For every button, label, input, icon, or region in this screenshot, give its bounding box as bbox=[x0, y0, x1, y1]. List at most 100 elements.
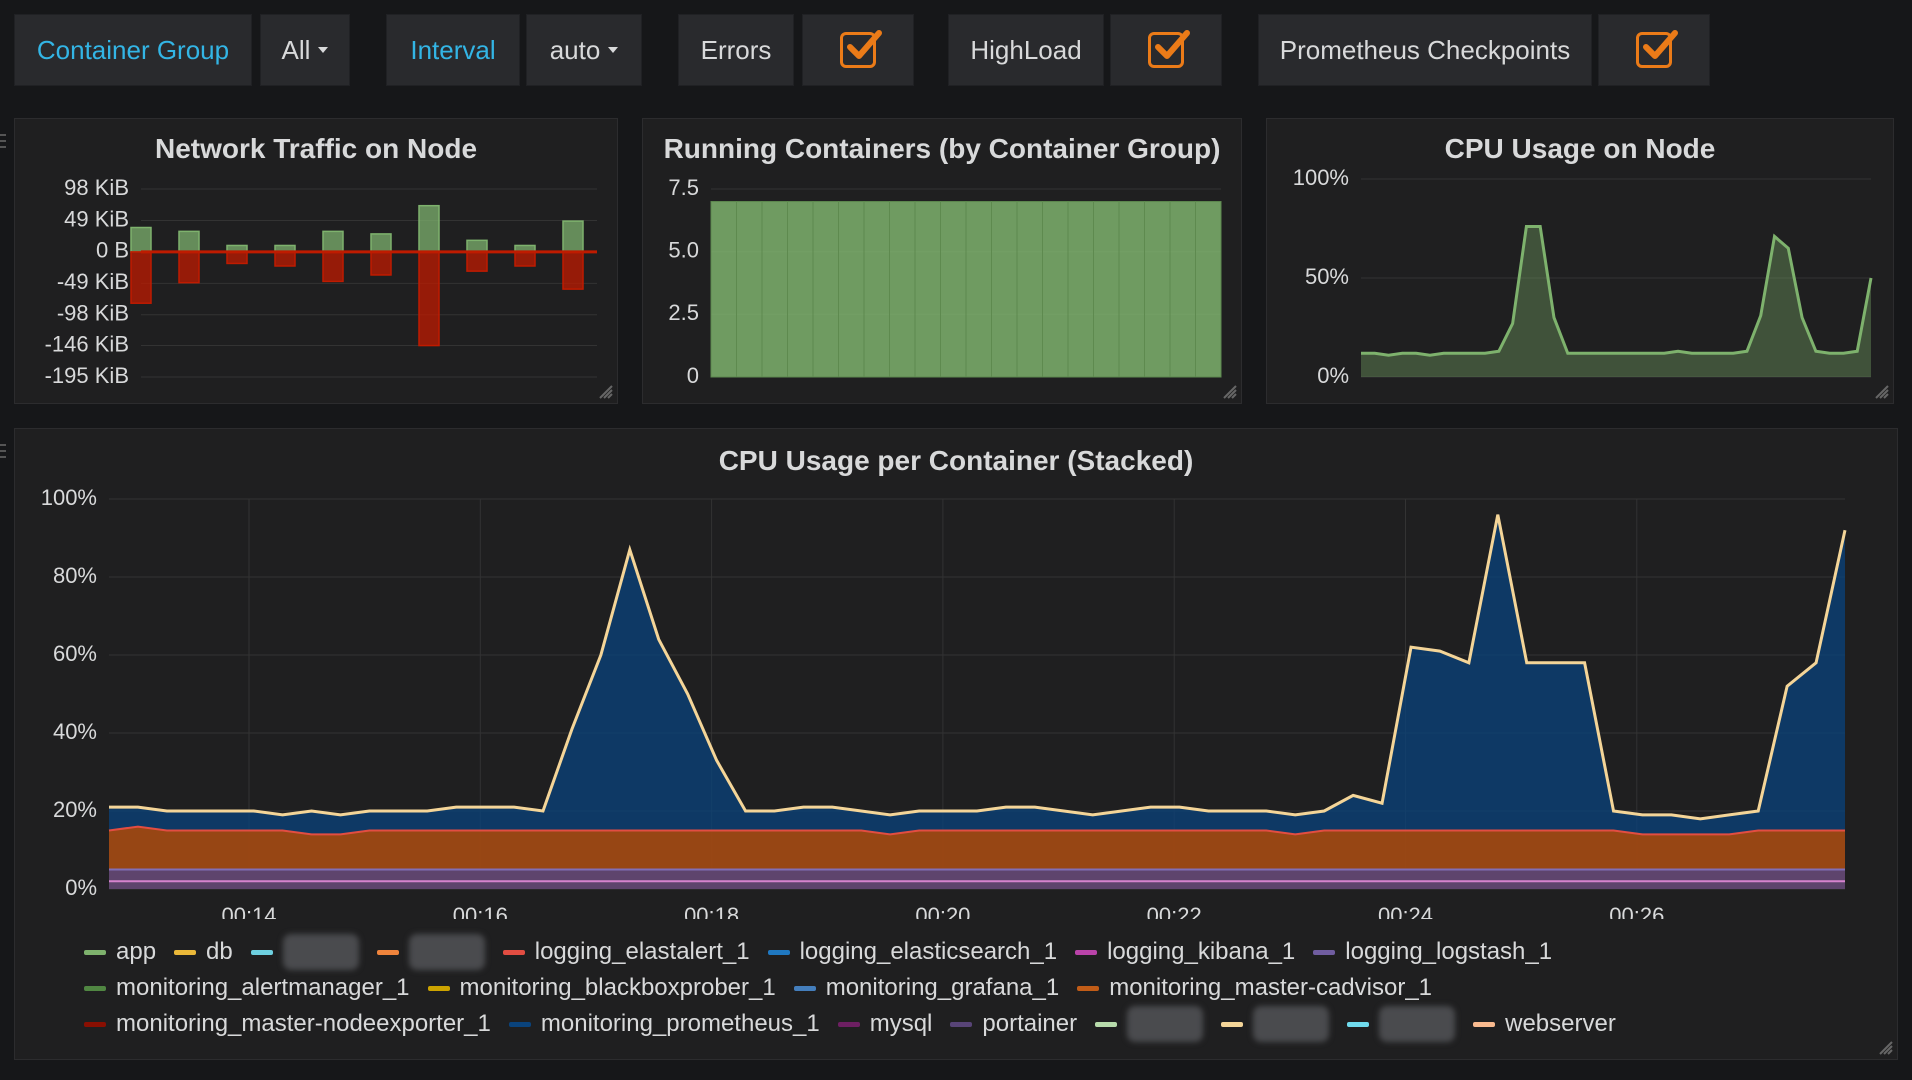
traffic-bar bbox=[370, 251, 392, 276]
y-tick-label: 0% bbox=[65, 875, 97, 900]
container-group-label[interactable]: Container Group bbox=[14, 14, 252, 86]
container-bar bbox=[914, 201, 941, 378]
traffic-bar bbox=[130, 251, 152, 304]
container-bar bbox=[710, 201, 737, 378]
legend-label: monitoring_blackboxprober_1 bbox=[459, 974, 776, 1001]
y-tick-label: 50% bbox=[1305, 264, 1349, 289]
prometheus-checkpoints-checkbox[interactable] bbox=[1598, 14, 1710, 86]
y-tick-label: 0% bbox=[1317, 363, 1349, 388]
legend-item[interactable]: monitoring_alertmanager_1 bbox=[84, 974, 410, 1002]
legend-label: webserver bbox=[1505, 1010, 1616, 1037]
legend-swatch bbox=[1313, 949, 1336, 955]
caret-down-icon bbox=[318, 47, 329, 53]
redacted-label bbox=[408, 934, 485, 970]
legend-item[interactable] bbox=[250, 934, 359, 970]
legend-item[interactable]: logging_elastalert_1 bbox=[502, 938, 750, 966]
legend-item[interactable] bbox=[1221, 1006, 1330, 1042]
legend-label: mysql bbox=[869, 1010, 933, 1037]
legend-item[interactable]: webserver bbox=[1473, 1010, 1616, 1038]
container-group-dropdown[interactable]: All bbox=[260, 14, 350, 86]
legend-item[interactable] bbox=[1347, 1006, 1456, 1042]
legend-item[interactable]: logging_logstash_1 bbox=[1313, 938, 1552, 966]
legend-label: logging_logstash_1 bbox=[1345, 938, 1553, 965]
legend-item[interactable]: monitoring_master-cadvisor_1 bbox=[1077, 974, 1432, 1002]
interval-dropdown[interactable]: auto bbox=[526, 14, 642, 86]
container-bar bbox=[1144, 201, 1171, 378]
resize-handle-icon[interactable] bbox=[1879, 1041, 1893, 1055]
cpu-usage-node-chart: 100% 50% 0% bbox=[1293, 165, 1873, 388]
y-tick-label: 40% bbox=[53, 719, 97, 744]
container-bar bbox=[1118, 201, 1145, 378]
legend-item[interactable]: monitoring_grafana_1 bbox=[793, 974, 1060, 1002]
legend-label: app bbox=[116, 938, 157, 965]
traffic-bar bbox=[370, 233, 392, 253]
legend-label: db bbox=[206, 938, 233, 965]
legend-label: monitoring_prometheus_1 bbox=[540, 1010, 820, 1037]
legend-swatch bbox=[376, 949, 399, 955]
y-tick-label: 80% bbox=[53, 563, 97, 588]
legend-label: portainer bbox=[982, 1010, 1078, 1037]
prometheus-checkpoints-label: Prometheus Checkpoints bbox=[1258, 14, 1592, 86]
y-tick-label: 100% bbox=[1293, 165, 1349, 190]
legend-item[interactable]: logging_elasticsearch_1 bbox=[767, 938, 1057, 966]
legend-swatch bbox=[767, 949, 790, 955]
resize-handle-icon[interactable] bbox=[1223, 385, 1237, 399]
legend-swatch bbox=[508, 1021, 531, 1027]
highload-checkbox[interactable] bbox=[1110, 14, 1222, 86]
network-traffic-chart: 98 KiB 49 KiB 0 B -49 KiB -98 KiB -146 KiB -19… bbox=[45, 175, 597, 388]
legend-item[interactable]: db bbox=[174, 938, 233, 966]
legend-item[interactable] bbox=[376, 934, 485, 970]
x-tick-label: 00:22 bbox=[1147, 903, 1202, 919]
container-bar bbox=[940, 201, 967, 378]
traffic-bar bbox=[418, 251, 440, 347]
legend-item[interactable]: portainer bbox=[950, 1010, 1077, 1038]
legend-label: monitoring_master-cadvisor_1 bbox=[1109, 974, 1433, 1001]
container-bar bbox=[1093, 201, 1120, 378]
dashboard-variables-bar: Container Group All Interval auto Errors… bbox=[0, 0, 1912, 110]
legend-item[interactable]: monitoring_blackboxprober_1 bbox=[427, 974, 776, 1002]
legend-label: monitoring_alertmanager_1 bbox=[116, 974, 410, 1001]
container-bar bbox=[761, 201, 788, 378]
errors-checkbox[interactable] bbox=[802, 14, 914, 86]
row-drag-handle[interactable] bbox=[0, 130, 6, 158]
legend-swatch bbox=[1077, 985, 1100, 991]
legend-label: monitoring_grafana_1 bbox=[825, 974, 1060, 1001]
y-tick-label: 60% bbox=[53, 641, 97, 666]
x-tick-label: 00:18 bbox=[684, 903, 739, 919]
caret-down-icon bbox=[608, 47, 619, 53]
legend-item[interactable]: mysql bbox=[837, 1010, 933, 1038]
legend-swatch bbox=[84, 949, 106, 955]
container-bar bbox=[863, 201, 890, 378]
legend-swatch bbox=[84, 985, 106, 991]
container-bar bbox=[1042, 201, 1069, 378]
y-tick-label: 49 KiB bbox=[64, 206, 129, 231]
legend-item[interactable]: app bbox=[84, 938, 156, 966]
legend-swatch bbox=[250, 949, 273, 955]
traffic-bar bbox=[130, 226, 152, 253]
row-drag-handle[interactable] bbox=[0, 440, 6, 468]
traffic-bar bbox=[274, 251, 296, 267]
legend-item[interactable]: monitoring_master-nodeexporter_1 bbox=[84, 1010, 491, 1038]
cpu-usage-node-panel[interactable]: CPU Usage on Node 100% 50% 0% bbox=[1266, 118, 1894, 404]
legend-swatch bbox=[1221, 1021, 1244, 1027]
container-bar bbox=[965, 201, 992, 378]
legend-item[interactable]: logging_kibana_1 bbox=[1075, 938, 1295, 966]
legend-label: monitoring_master-nodeexporter_1 bbox=[116, 1010, 491, 1037]
interval-value: auto bbox=[549, 34, 601, 65]
legend-item[interactable] bbox=[1095, 1006, 1204, 1042]
traffic-bar bbox=[418, 204, 440, 253]
legend-item[interactable]: monitoring_prometheus_1 bbox=[508, 1010, 820, 1038]
resize-handle-icon[interactable] bbox=[1875, 385, 1889, 399]
legend-swatch bbox=[837, 1021, 860, 1027]
container-bar bbox=[838, 201, 865, 378]
legend-row: monitoring_alertmanager_1 monitoring_blac… bbox=[84, 971, 1450, 1005]
resize-handle-icon[interactable] bbox=[599, 385, 613, 399]
running-containers-panel[interactable]: Running Containers (by Container Group) … bbox=[642, 118, 1242, 404]
container-bar bbox=[991, 201, 1018, 378]
network-traffic-panel[interactable]: Network Traffic on Node 98 KiB 49 KiB 0 B-… bbox=[14, 118, 618, 404]
container-bar bbox=[1195, 201, 1222, 378]
y-tick-label: -98 KiB bbox=[57, 301, 129, 326]
y-tick-label: 20% bbox=[53, 797, 97, 822]
y-tick-label: -146 KiB bbox=[45, 331, 129, 356]
interval-label[interactable]: Interval bbox=[386, 14, 520, 86]
